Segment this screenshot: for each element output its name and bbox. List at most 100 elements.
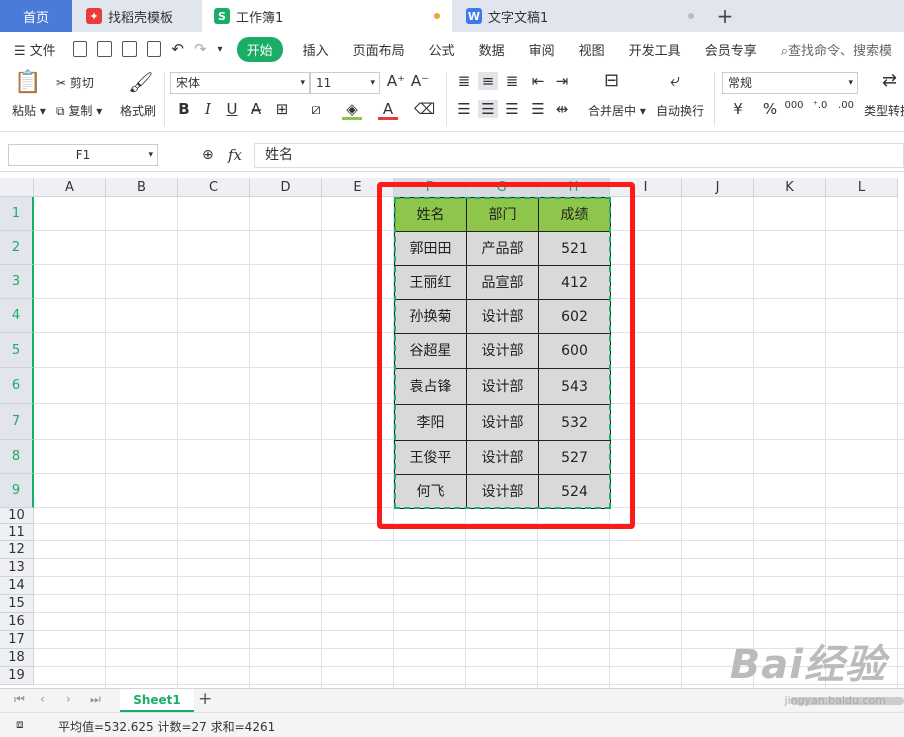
- align-top-icon[interactable]: ≣: [454, 72, 474, 90]
- percent-button[interactable]: %: [760, 100, 780, 118]
- menu-insert[interactable]: 插入: [303, 40, 329, 59]
- tab-document[interactable]: W 文字文稿1: [452, 0, 706, 32]
- row-header-5[interactable]: 5: [0, 333, 34, 368]
- column-header-g[interactable]: G: [466, 178, 538, 197]
- spreadsheet-grid[interactable]: A B C D E F G H I J K L 1 2 3 4 5 6 7 8 9 10 11 12 13 14 15 16 17 18 1…: [0, 178, 904, 688]
- paste-button[interactable]: 粘贴 ▾: [12, 102, 46, 119]
- select-all-corner[interactable]: [0, 178, 34, 197]
- font-color-icon[interactable]: A: [378, 100, 398, 120]
- column-header-i[interactable]: I: [610, 178, 682, 197]
- column-header-a[interactable]: A: [34, 178, 106, 197]
- tab-workbook[interactable]: S 工作簿1: [202, 0, 452, 32]
- decrease-font-icon[interactable]: A⁻: [410, 72, 430, 90]
- copy-button[interactable]: ⧉ 复制 ▾: [56, 102, 102, 119]
- menu-home[interactable]: 开始: [236, 36, 283, 62]
- currency-button[interactable]: ¥: [728, 100, 748, 118]
- font-select[interactable]: 宋体 ▾: [170, 72, 310, 94]
- row-header-17[interactable]: 17: [0, 631, 34, 649]
- formula-input[interactable]: 姓名: [254, 143, 904, 168]
- align-middle-icon[interactable]: ≡: [478, 72, 498, 90]
- cut-button[interactable]: ✂ 剪切: [56, 74, 94, 91]
- tab-docer-templates[interactable]: ✦ 找稻壳模板: [72, 0, 202, 32]
- function-button[interactable]: fx: [228, 146, 242, 164]
- bold-button[interactable]: B: [174, 100, 194, 118]
- number-format-select[interactable]: 常规 ▾: [722, 72, 858, 94]
- menu-view[interactable]: 视图: [579, 40, 605, 59]
- eraser-icon[interactable]: ⌫: [414, 100, 435, 118]
- row-header-11[interactable]: 11: [0, 524, 34, 541]
- merge-icon[interactable]: ⊟: [604, 70, 619, 91]
- justify-icon[interactable]: ☰: [528, 100, 548, 118]
- row-header-15[interactable]: 15: [0, 595, 34, 613]
- row-header-3[interactable]: 3: [0, 265, 34, 299]
- row-header-7[interactable]: 7: [0, 404, 34, 440]
- column-header-f[interactable]: F: [394, 178, 466, 197]
- menu-formula[interactable]: 公式: [429, 40, 455, 59]
- fill-color-icon[interactable]: ◈: [342, 100, 362, 120]
- row-header-1[interactable]: 1: [0, 197, 34, 231]
- row-header-18[interactable]: 18: [0, 649, 34, 667]
- new-tab-button[interactable]: +: [708, 0, 742, 32]
- column-header-h[interactable]: H: [538, 178, 610, 197]
- add-sheet-button[interactable]: +: [198, 689, 212, 709]
- menu-member[interactable]: 会员专享: [705, 40, 757, 59]
- print-icon[interactable]: [122, 41, 137, 57]
- menu-developer[interactable]: 开发工具: [629, 40, 681, 59]
- thousands-button[interactable]: 000: [784, 100, 804, 111]
- outdent-icon[interactable]: ⇤: [528, 72, 548, 90]
- row-header-13[interactable]: 13: [0, 559, 34, 577]
- name-box[interactable]: F1 ▾: [8, 144, 158, 166]
- row-header-9[interactable]: 9: [0, 474, 34, 508]
- column-header-c[interactable]: C: [178, 178, 250, 197]
- search-commands[interactable]: ⌕查找命令、搜索模: [781, 40, 892, 59]
- redo-icon[interactable]: ↷: [194, 40, 207, 58]
- strikethrough-icon[interactable]: A̶: [246, 100, 266, 118]
- undo-icon[interactable]: ↶: [171, 40, 184, 58]
- cell-style-icon[interactable]: ⧄: [306, 100, 326, 118]
- tab-home[interactable]: 首页: [0, 0, 72, 32]
- menu-review[interactable]: 审阅: [529, 40, 555, 59]
- underline-button[interactable]: U: [222, 100, 242, 118]
- merge-center-button[interactable]: 合并居中 ▾: [588, 102, 646, 119]
- align-right-icon[interactable]: ☰: [502, 100, 522, 118]
- font-size-select[interactable]: 11 ▾: [310, 72, 380, 94]
- border-icon[interactable]: ⊞: [272, 100, 292, 118]
- row-header-12[interactable]: 12: [0, 541, 34, 559]
- format-painter-button[interactable]: 格式刷: [120, 102, 156, 119]
- export-icon[interactable]: [97, 41, 113, 57]
- indent-icon[interactable]: ⇥: [552, 72, 572, 90]
- chevron-down-icon[interactable]: ▾: [218, 44, 223, 55]
- align-bottom-icon[interactable]: ≣: [502, 72, 522, 90]
- column-header-b[interactable]: B: [106, 178, 178, 197]
- prev-sheet-icon[interactable]: ‹: [40, 692, 45, 706]
- align-left-icon[interactable]: ☰: [454, 100, 474, 118]
- menu-data[interactable]: 数据: [479, 40, 505, 59]
- last-sheet-icon[interactable]: ⏭: [90, 692, 101, 707]
- type-convert-button[interactable]: 类型转换: [864, 102, 904, 119]
- preview-icon[interactable]: [146, 41, 162, 57]
- italic-button[interactable]: I: [198, 100, 218, 118]
- row-header-16[interactable]: 16: [0, 613, 34, 631]
- menu-page-layout[interactable]: 页面布局: [353, 40, 405, 59]
- zoom-icon[interactable]: ⊕: [202, 147, 214, 163]
- column-header-k[interactable]: K: [754, 178, 826, 197]
- column-header-j[interactable]: J: [682, 178, 754, 197]
- column-header-e[interactable]: E: [322, 178, 394, 197]
- row-header-2[interactable]: 2: [0, 231, 34, 265]
- wrap-icon[interactable]: ⤶: [670, 70, 680, 91]
- first-sheet-icon[interactable]: ⏮: [14, 692, 25, 707]
- row-header-14[interactable]: 14: [0, 577, 34, 595]
- distribute-icon[interactable]: ⇹: [552, 100, 572, 118]
- row-header-4[interactable]: 4: [0, 299, 34, 333]
- row-header-10[interactable]: 10: [0, 508, 34, 524]
- next-sheet-icon[interactable]: ›: [66, 692, 71, 706]
- increase-decimal-icon[interactable]: ⁺.0: [810, 100, 830, 111]
- sheet-tab[interactable]: Sheet1: [120, 689, 194, 712]
- save-icon[interactable]: [72, 41, 88, 57]
- row-header-19[interactable]: 19: [0, 667, 34, 685]
- file-menu[interactable]: ☰ 文件: [14, 40, 56, 59]
- row-header-6[interactable]: 6: [0, 368, 34, 404]
- align-center-icon[interactable]: ☰: [478, 100, 498, 118]
- row-header-8[interactable]: 8: [0, 440, 34, 474]
- convert-icon[interactable]: ⇄: [882, 70, 897, 91]
